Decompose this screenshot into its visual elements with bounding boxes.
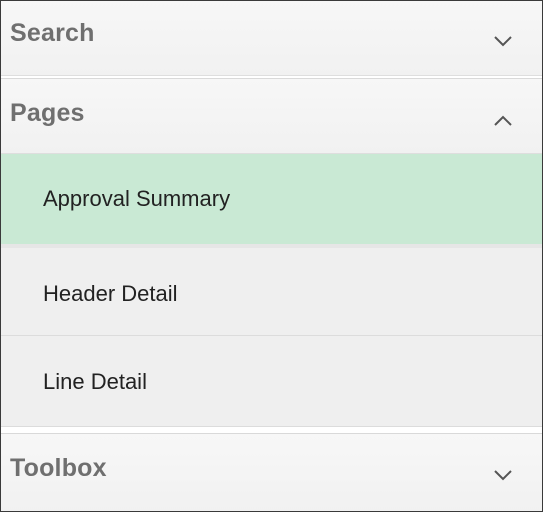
pages-section-title: Pages: [10, 99, 85, 127]
page-item-label: Line Detail: [43, 369, 147, 394]
page-item-line-detail[interactable]: Line Detail: [1, 336, 542, 427]
chevron-up-icon[interactable]: [492, 114, 514, 128]
chevron-down-icon[interactable]: [492, 34, 514, 48]
search-section-header[interactable]: Search: [1, 1, 542, 76]
chevron-down-icon[interactable]: [492, 468, 514, 482]
search-section-title: Search: [10, 19, 95, 47]
page-item-header-detail[interactable]: Header Detail: [1, 248, 542, 336]
page-item-label: Approval Summary: [43, 186, 231, 211]
page-item-label: Header Detail: [43, 281, 178, 306]
navigation-panel: Search Pages Approval Summary Header Det…: [0, 0, 543, 512]
toolbox-section-header[interactable]: Toolbox: [1, 433, 542, 511]
toolbox-section-title: Toolbox: [10, 454, 107, 482]
pages-section-header[interactable]: Pages: [1, 78, 542, 154]
page-item-approval-summary[interactable]: Approval Summary: [1, 154, 542, 244]
